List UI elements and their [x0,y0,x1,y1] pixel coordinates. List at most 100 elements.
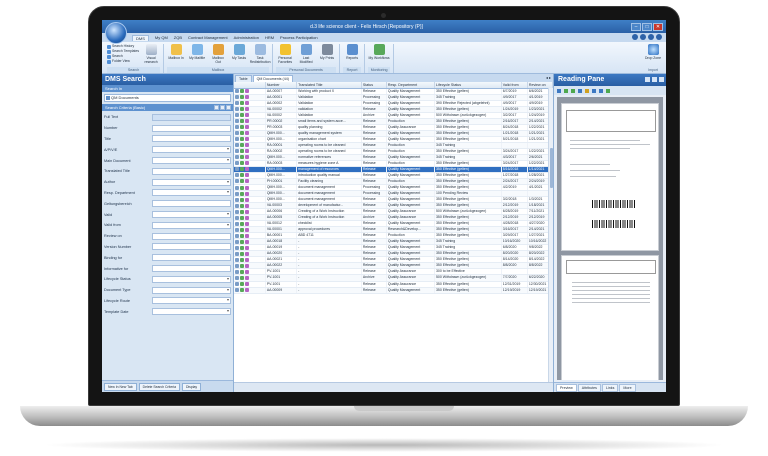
layout-icon[interactable] [652,77,657,82]
table-row[interactable]: QMH.000... introduction quality manual Rel… [234,172,553,179]
criteria-field[interactable] [152,211,231,219]
criteria-field[interactable] [152,265,231,273]
criteria-field[interactable] [152,254,231,262]
table-row[interactable]: QMH.000... normative references Release Qua… [234,154,553,161]
table-row[interactable]: PH.00001 Facility cleaning Release Producti… [234,178,553,186]
criteria-field[interactable] [152,124,231,132]
table-row[interactable]: QMH.000... document management Release Qual… [234,196,553,204]
table-row[interactable]: VA.00001 approval procedures Release Resear… [234,226,553,234]
criteria-field[interactable] [152,286,231,294]
table-row[interactable]: VA.00002 validation Release Quality Managem… [234,106,553,113]
tab-my-qm[interactable]: My QM [155,35,168,40]
tab-qm-documents[interactable]: QM Documents (44) [252,75,293,82]
refresh-icon[interactable] [606,88,610,93]
table-row[interactable]: RA.00002 operating rooms to be cleaned Rel… [234,148,553,155]
table-row[interactable]: PR.00003 quality planning Release Quality A… [234,124,553,131]
reset-criteria-icon[interactable] [226,105,231,110]
table-row[interactable]: AA.00020- Release Quality Management 350 Ef… [234,250,553,258]
visual-research-button[interactable]: Visual research [142,44,160,64]
criteria-field[interactable] [152,200,231,208]
forward-icon[interactable] [571,88,575,93]
document-preview[interactable] [557,97,663,380]
criteria-field[interactable] [152,275,231,283]
criteria-field[interactable] [152,135,231,143]
table-row[interactable]: VA.00002 Validation Archive Quality Managem… [234,112,553,119]
new-in-new-tab-button[interactable]: New In New Tab [104,382,137,391]
criteria-field[interactable] [152,189,231,197]
reports-button[interactable]: Reports [343,44,361,60]
info-icon[interactable] [640,34,646,40]
criteria-field[interactable] [152,232,231,240]
table-row[interactable]: AA.00009- Release Quality Management 350 Ef… [234,287,553,294]
maximize-button[interactable]: □ [642,22,652,31]
my-mailfile-button[interactable]: My Mailfile [188,44,206,60]
criteria-field[interactable] [152,178,231,186]
table-row[interactable]: AA.00007 Working with product X Release Qua… [234,88,553,95]
criteria-field[interactable] [152,113,231,121]
last-modified-button[interactable]: Last Modified [297,44,315,64]
table-row[interactable]: AA.00019- Release Quality Management 345 Tr… [234,244,553,252]
table-row[interactable]: BA.00001 ABD 4711 Release Production 350 Eff… [234,232,553,240]
table-row[interactable]: RA.00003 measures hygiene zone A Release Pr… [234,160,553,167]
tab-table[interactable]: Table [235,75,252,82]
print-icon[interactable] [592,88,596,93]
criteria-field[interactable] [152,297,231,305]
tab-hrm[interactable]: HRM [265,35,274,40]
page-icon[interactable] [578,88,582,93]
criteria-field[interactable] [152,308,231,316]
grid-scrollbar[interactable] [548,88,553,382]
table-row[interactable]: QMH.000... management of resources Release… [234,166,553,173]
tab-attributes[interactable]: Attributes [577,383,601,392]
criteria-field[interactable] [152,167,231,175]
table-row[interactable]: VA.00003 development of manufactur... Rele… [234,202,553,210]
my-workflows-button[interactable]: My Workflows [368,44,390,60]
criteria-field[interactable] [152,243,231,251]
zoom-icon[interactable] [599,88,603,93]
drop-zone-icon[interactable] [647,44,659,55]
open-icon[interactable] [557,88,561,93]
search-in-select[interactable]: QM Documents [104,94,231,102]
table-row[interactable]: QMH.000... document management Processing Q… [234,184,553,192]
check-in-icon[interactable] [564,88,568,93]
minimize-button[interactable]: – [631,22,641,31]
table-row[interactable]: QMH.000... organisation chart Release Quali… [234,136,553,143]
personal-favorites-button[interactable]: Personal Favorites [276,44,294,64]
table-row[interactable]: AA.00006 Creating of a Work Instruction Re… [234,208,553,216]
table-row[interactable]: AA.00018- Release Quality Management 345 Tr… [234,238,553,246]
mailbox-out-button[interactable]: Mailbox Out [209,44,227,64]
tab-zqb[interactable]: ZQB [174,35,182,40]
table-row[interactable]: AA.00005 Creating of a Work Instruction Ar… [234,214,553,222]
close-button[interactable]: ✕ [653,22,663,31]
tab-more[interactable]: More [619,383,636,392]
tab-administration[interactable]: Administration [234,35,259,40]
close-pane-icon[interactable] [659,77,664,82]
settings-icon[interactable] [648,34,654,40]
mailbox-in-button[interactable]: Mailbox In [167,44,185,60]
save-criteria-icon[interactable] [220,105,225,110]
tab-links[interactable]: Links [601,383,619,392]
tab-preview[interactable]: Preview [556,383,577,392]
add-criteria-icon[interactable] [214,105,219,110]
app-menu-button[interactable] [105,22,127,44]
table-row[interactable]: PR.00002 small items and system acce... Re… [234,118,553,125]
help-icon[interactable] [632,34,638,40]
criteria-field[interactable] [152,146,231,154]
table-row[interactable]: AA.00022- Release Quality Management 350 Ef… [234,262,553,270]
edit-icon[interactable] [585,88,589,93]
user-icon[interactable] [656,34,662,40]
pin-icon[interactable] [645,77,650,82]
my-prints-button[interactable]: My Prints [318,44,336,60]
tab-contract-management[interactable]: Contract Management [188,35,228,40]
table-row[interactable]: AA.00002 Validation Processing Quality Mana… [234,100,553,107]
criteria-field[interactable] [152,221,231,229]
delete-search-criteria-button[interactable]: Delete Search Criteria [138,382,180,391]
table-row[interactable]: VA.00012 checklist Release Quality Manageme… [234,220,553,228]
table-row[interactable]: QMH.000... quality management system Relea… [234,130,553,137]
table-row[interactable]: AA.00001 Validation Processing Quality Mana… [234,94,553,101]
display-button[interactable]: Display [181,382,202,391]
scrollbar-thumb[interactable] [550,148,553,188]
task-redistribution-button[interactable]: Task Redistribution [250,44,270,64]
tab-process-participation[interactable]: Process Participation [280,35,318,40]
tab-dms[interactable]: DMS [132,34,149,41]
tab-nav-arrows[interactable]: ◂ ▸ [546,75,551,80]
